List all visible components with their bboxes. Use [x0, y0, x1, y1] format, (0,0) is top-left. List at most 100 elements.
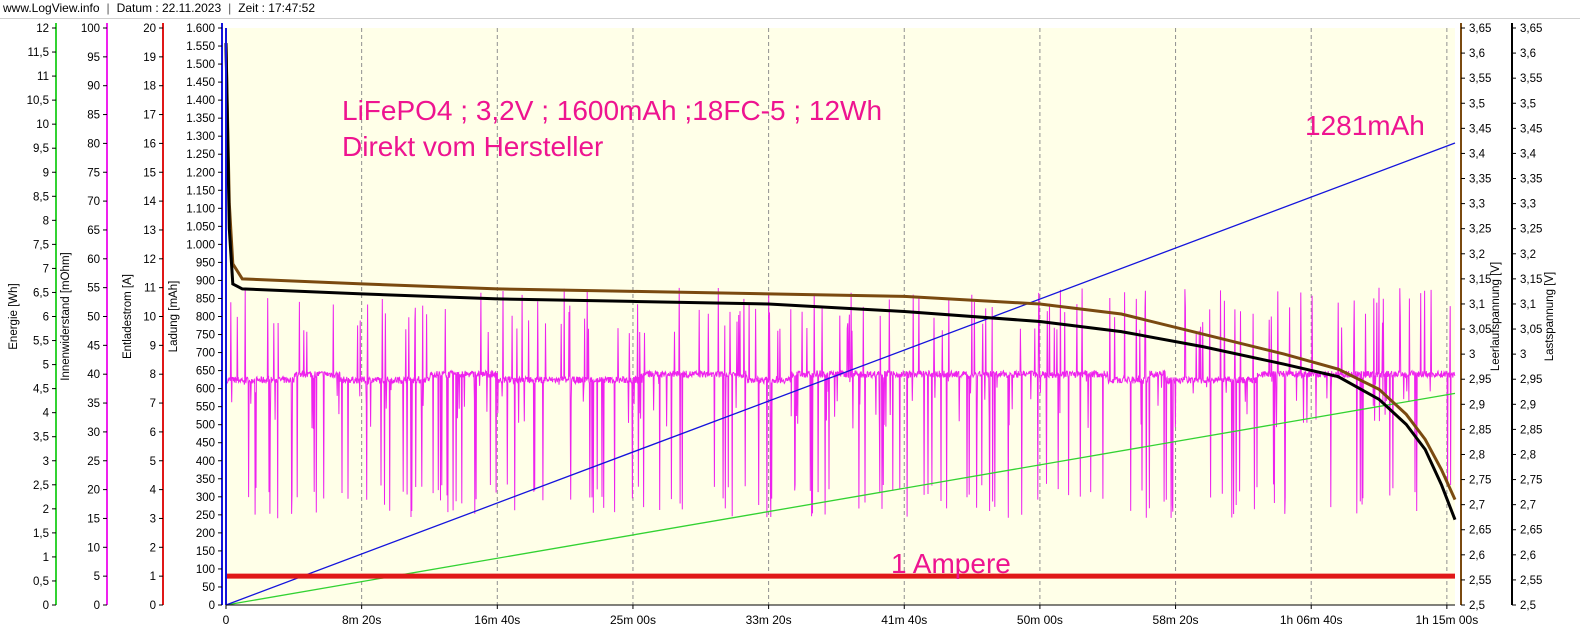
load-voltage-tick-label: 3,65 [1520, 23, 1542, 35]
current-tick-label: 4 [150, 485, 157, 497]
resistance-tick-label: 15 [87, 513, 100, 525]
capacity-tick-label: 1.100 [186, 203, 215, 215]
current-tick-label: 5 [150, 456, 156, 468]
capacity-tick-label: 1.550 [186, 41, 215, 53]
ocv-tick-label: 2,7 [1469, 500, 1485, 512]
ocv-tick-label: 3,35 [1469, 174, 1491, 186]
capacity-tick-label: 1.200 [186, 167, 215, 179]
ocv-tick-label: 2,95 [1469, 374, 1491, 386]
current-tick-label: 14 [143, 196, 156, 208]
current-tick-label: 3 [150, 513, 156, 525]
capacity-tick-label: 500 [196, 420, 215, 432]
energy-tick-label: 8,5 [33, 191, 49, 203]
energy-tick-label: 3 [43, 456, 49, 468]
capacity-tick-label: 1.500 [186, 59, 215, 71]
energy-tick-label: 6,5 [33, 287, 49, 299]
current-tick-label: 0 [150, 600, 156, 612]
current-tick-label: 12 [143, 254, 156, 266]
current-tick-label: 11 [144, 283, 156, 295]
x-tick-label: 1h 06m 40s [1280, 613, 1343, 627]
ocv-tick-label: 2,6 [1469, 550, 1485, 562]
capacity-tick-label: 800 [196, 312, 215, 324]
capacity-tick-label: 0 [209, 600, 215, 612]
resistance-tick-label: 95 [87, 52, 100, 64]
energy-tick-label: 2,5 [33, 480, 49, 492]
energy-tick-label: 1 [43, 552, 49, 564]
resistance-tick-label: 30 [87, 427, 100, 439]
load-voltage-tick-label: 2,5 [1520, 600, 1536, 612]
resistance-tick-label: 40 [87, 369, 100, 381]
resistance-tick-label: 25 [87, 456, 100, 468]
ocv-tick-label: 2,55 [1469, 575, 1491, 587]
capacity-tick-label: 1.450 [186, 77, 215, 89]
capacity-tick-label: 700 [196, 348, 215, 360]
current-tick-label: 19 [143, 52, 156, 64]
ocv-tick-label: 3,25 [1469, 224, 1491, 236]
ocv-tick-label: 3,4 [1469, 148, 1486, 160]
energy-tick-label: 0 [43, 600, 49, 612]
load-voltage-tick-label: 2,85 [1520, 424, 1542, 436]
energy-tick-label: 10 [36, 119, 49, 131]
resistance-tick-label: 10 [87, 542, 100, 554]
ocv-tick-label: 3,6 [1469, 48, 1485, 60]
x-tick-label: 50m 00s [1017, 613, 1063, 627]
x-tick-label: 16m 40s [474, 613, 520, 627]
ocv-tick-label: 2,5 [1469, 600, 1485, 612]
current-tick-label: 17 [143, 110, 156, 122]
resistance-tick-label: 60 [87, 254, 100, 266]
resistance-tick-label: 80 [87, 138, 100, 150]
resistance-tick-label: 45 [87, 340, 100, 352]
ocv-tick-label: 2,85 [1469, 424, 1491, 436]
ocv-tick-label: 3,05 [1469, 324, 1491, 336]
energy-tick-label: 5 [43, 360, 49, 372]
energy-tick-label: 7,5 [33, 239, 49, 251]
capacity-tick-label: 600 [196, 384, 215, 396]
resistance-axis-label: Innenwiderstand [mOhm] [60, 252, 72, 380]
load-voltage-tick-label: 2,8 [1520, 449, 1536, 461]
current-tick-label: 18 [143, 81, 156, 93]
load-voltage-tick-label: 2,6 [1520, 550, 1536, 562]
ocv-tick-label: 3,55 [1469, 73, 1491, 85]
load-voltage-tick-label: 3,1 [1520, 299, 1536, 311]
load-voltage-tick-label: 2,9 [1520, 399, 1536, 411]
current-tick-label: 8 [150, 369, 156, 381]
left-axes: 00,511,522,533,544,555,566,577,588,599,5… [8, 23, 223, 612]
ocv-tick-label: 3 [1469, 349, 1475, 361]
logview-chart: 00,511,522,533,544,555,566,577,588,599,5… [8, 23, 1556, 627]
resistance-tick-label: 0 [94, 600, 100, 612]
load-voltage-tick-label: 3,15 [1520, 274, 1542, 286]
capacity-tick-label: 750 [196, 330, 215, 342]
energy-tick-label: 9,5 [33, 143, 49, 155]
ocv-tick-label: 2,8 [1469, 449, 1485, 461]
current-axis-label: Entladestrom [A] [122, 274, 134, 359]
capacity-tick-label: 50 [202, 582, 215, 594]
load-voltage-axis-label: Lastspannung [V] [1544, 272, 1556, 362]
current-tick-label: 1 [150, 571, 156, 583]
load-voltage-tick-label: 3,4 [1520, 148, 1537, 160]
resistance-tick-label: 85 [87, 110, 100, 122]
x-tick-label: 8m 20s [342, 613, 381, 627]
energy-tick-label: 10,5 [27, 95, 49, 107]
energy-tick-label: 4,5 [33, 384, 49, 396]
current-tick-label: 15 [143, 167, 156, 179]
energy-tick-label: 9 [43, 167, 49, 179]
ocv-tick-label: 2,75 [1469, 475, 1491, 487]
load-voltage-tick-label: 2,75 [1520, 475, 1542, 487]
capacity-tick-label: 850 [196, 293, 215, 305]
ocv-tick-label: 3,65 [1469, 23, 1491, 35]
capacity-tick-label: 450 [196, 438, 215, 450]
capacity-tick-label: 1.150 [186, 185, 215, 197]
capacity-tick-label: 1.050 [186, 221, 215, 233]
ocv-tick-label: 3,15 [1469, 274, 1491, 286]
load-voltage-tick-label: 2,65 [1520, 525, 1542, 537]
energy-tick-label: 6 [43, 312, 49, 324]
load-voltage-tick-label: 3,6 [1520, 48, 1536, 60]
energy-axis-label: Energie [Wh] [8, 283, 20, 349]
annotation-subtitle: Direkt vom Hersteller [342, 131, 603, 162]
current-tick-label: 7 [150, 398, 156, 410]
capacity-tick-label: 400 [196, 456, 215, 468]
resistance-tick-label: 100 [81, 23, 100, 35]
energy-tick-label: 11,5 [27, 47, 49, 59]
resistance-tick-label: 55 [87, 283, 100, 295]
energy-tick-label: 0,5 [33, 576, 49, 588]
